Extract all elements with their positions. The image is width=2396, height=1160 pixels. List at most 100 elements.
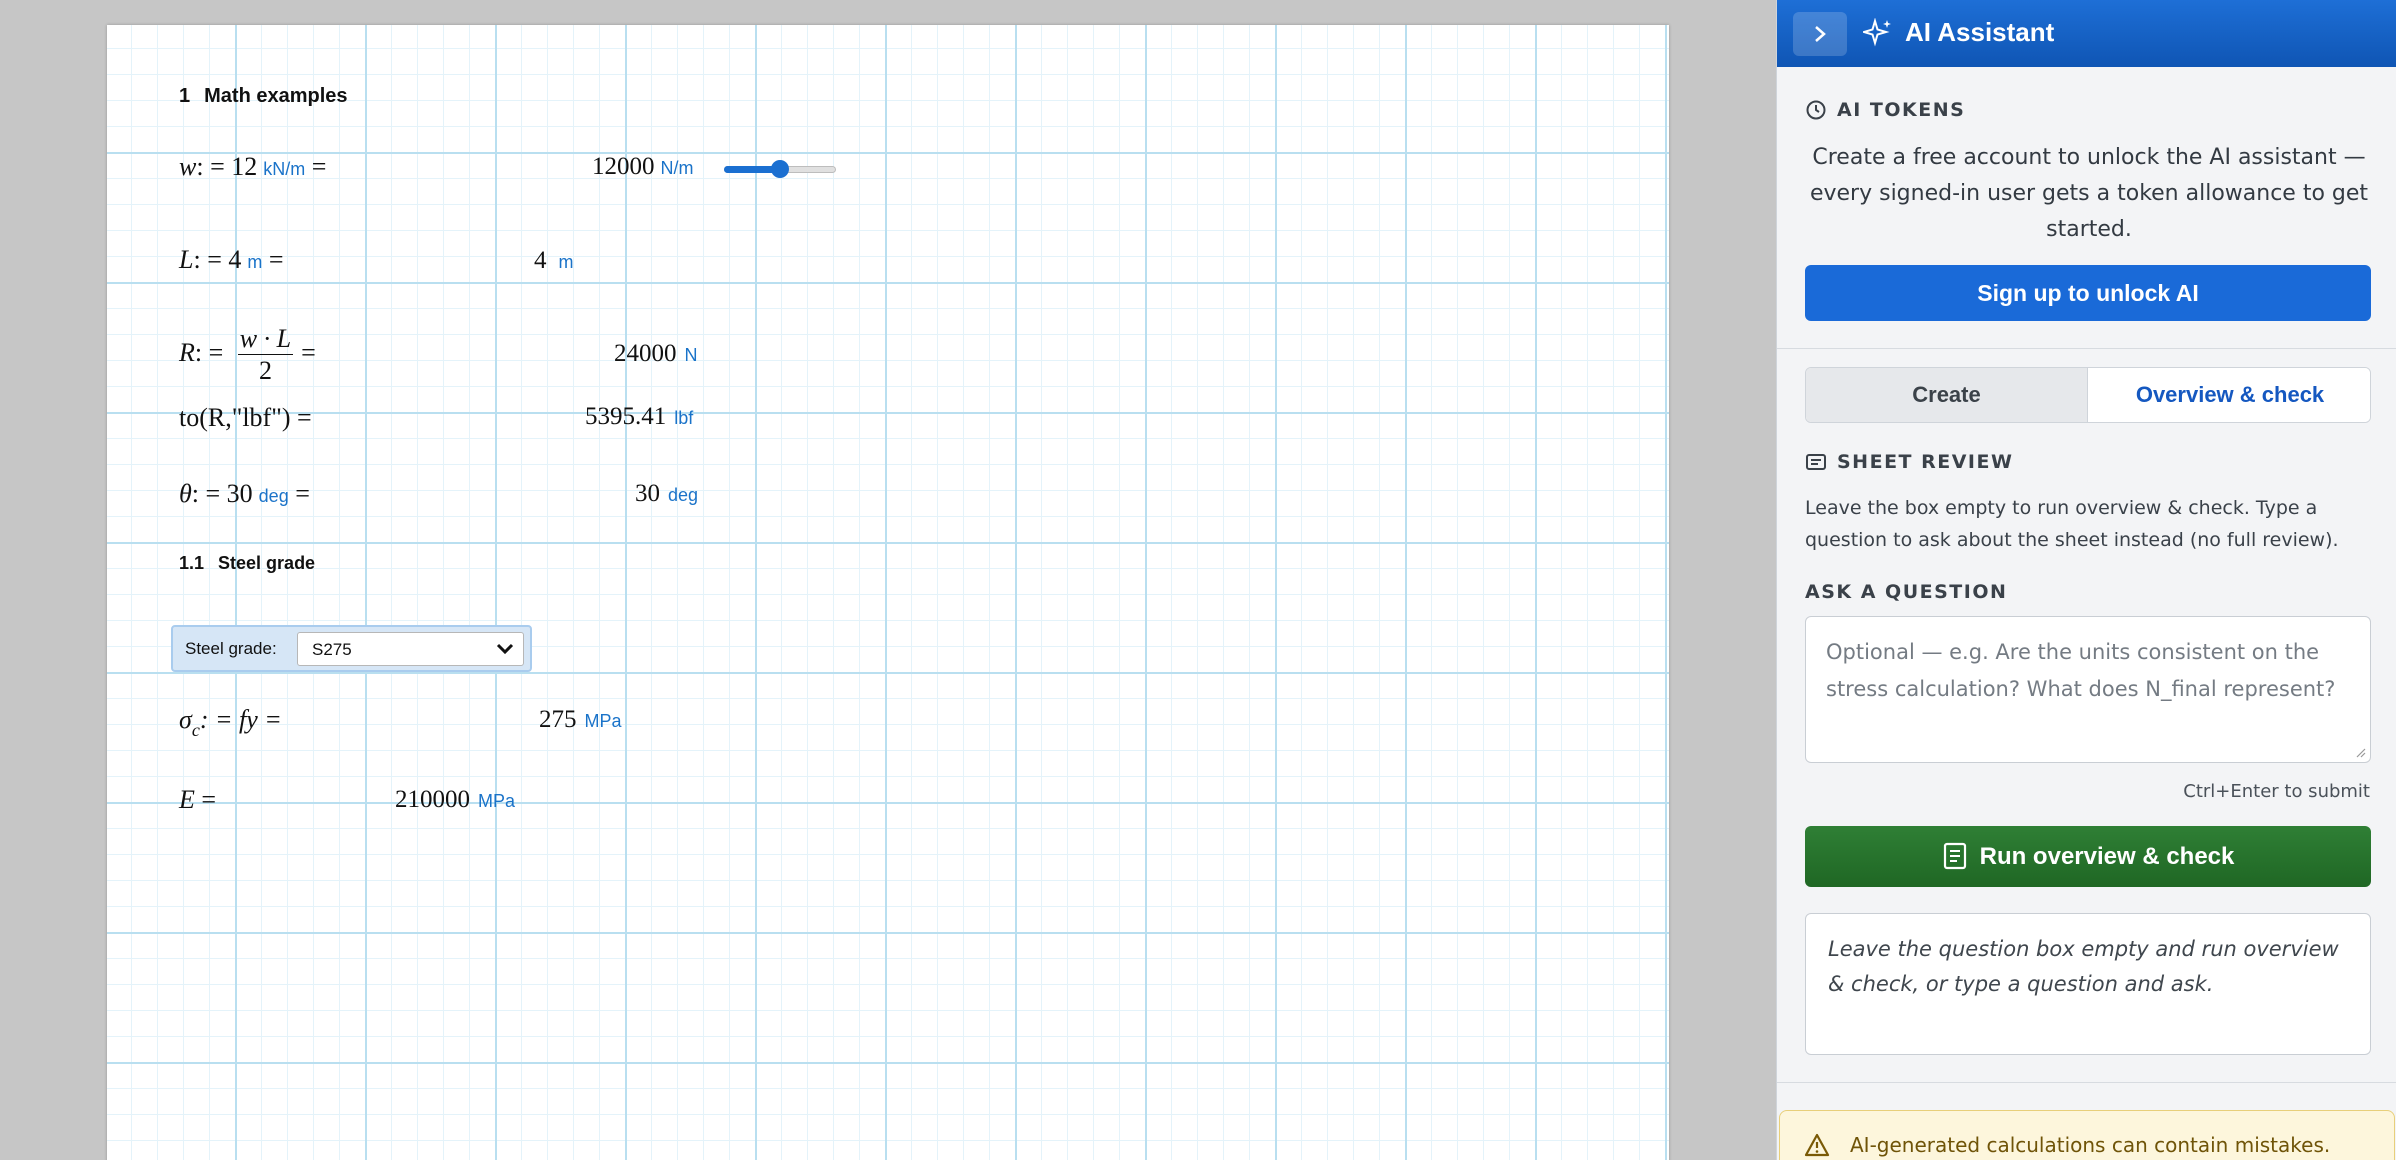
- result-L: 4m: [534, 247, 574, 275]
- fraction: w · L2: [237, 325, 294, 386]
- equation-unit: m: [247, 252, 263, 272]
- sigma-expression: : = fy =: [199, 705, 282, 734]
- ask-question-label: ASK A QUESTION: [1805, 581, 2008, 603]
- equation-unit-conversion[interactable]: to(R,"lbf") =: [179, 403, 312, 433]
- equation-value: 12: [231, 152, 258, 181]
- run-overview-label: Run overview & check: [1979, 843, 2235, 870]
- fraction-numerator: w · L: [237, 325, 294, 356]
- heading-number: 1: [179, 85, 191, 107]
- chevron-down-icon: [496, 643, 514, 655]
- assistant-output: Leave the question box empty and run ove…: [1805, 913, 2371, 1055]
- result-value: 275: [539, 706, 577, 733]
- equation-R[interactable]: R: = w · L 2 =: [179, 325, 316, 385]
- submit-shortcut-hint: Ctrl+Enter to submit: [2183, 781, 2370, 802]
- result-value: 5395.41: [585, 403, 667, 430]
- equals-sign: =: [301, 337, 316, 367]
- steel-grade-label: Steel grade:: [185, 639, 277, 658]
- result-value: 12000: [592, 153, 655, 180]
- ai-warning-text: AI-generated calculations can contain mi…: [1850, 1133, 2331, 1157]
- result-w: 12000 N/m: [592, 153, 694, 181]
- result-sigma: 275 MPa: [539, 706, 622, 734]
- steel-grade-value: S275: [312, 640, 352, 659]
- assign-operator: : =: [196, 152, 232, 181]
- equation-w[interactable]: w: = 12 kN/m =: [179, 152, 326, 182]
- equals-sign: =: [311, 152, 327, 181]
- section-divider: [1777, 1082, 2396, 1083]
- assign-operator: : =: [194, 337, 230, 367]
- equation-L[interactable]: L: = 4m =: [179, 245, 284, 275]
- equation-E[interactable]: E =: [179, 785, 216, 815]
- result-value: 210000: [395, 786, 470, 813]
- result-unit: MPa: [584, 711, 622, 731]
- result-unit: N/m: [660, 158, 694, 178]
- equation-value: 30: [226, 479, 253, 508]
- equation-unit: deg: [258, 486, 289, 506]
- equation-variable: E: [179, 785, 195, 814]
- panel-title: AI Assistant: [1905, 17, 2055, 47]
- worksheet-area: 1 Math examples w: = 12 kN/m = 12000 N/m L:…: [0, 0, 1776, 1160]
- result-theta: 30 deg: [635, 480, 698, 508]
- question-input[interactable]: [1806, 617, 2370, 762]
- tab-create[interactable]: Create: [1806, 368, 2088, 422]
- equation-unit: kN/m: [263, 159, 306, 179]
- warning-triangle-icon: [1804, 1133, 1830, 1157]
- steel-grade-select[interactable]: S275: [297, 632, 524, 666]
- result-value: 4: [534, 247, 547, 274]
- result-value: 30: [635, 480, 660, 507]
- equation-variable: R: [179, 337, 195, 367]
- result-unit: lbf: [674, 408, 694, 428]
- sign-up-button[interactable]: Sign up to unlock AI: [1805, 265, 2371, 321]
- result-R: 24000 N: [614, 340, 698, 368]
- heading-steel-grade[interactable]: 1.1 Steel grade: [179, 553, 315, 574]
- equals-sign: =: [201, 785, 217, 814]
- run-overview-button[interactable]: Run overview & check: [1805, 826, 2371, 887]
- w-slider[interactable]: [724, 160, 836, 178]
- equals-sign: =: [295, 479, 310, 508]
- sparkle-icon: [1863, 18, 1891, 47]
- equation-theta[interactable]: θ: = 30 deg =: [179, 479, 310, 509]
- assign-operator: : =: [191, 479, 227, 508]
- heading-number: 1.1: [179, 553, 205, 573]
- ai-assistant-panel: AI Assistant AI TOKENS Create a free acc…: [1776, 0, 2396, 1160]
- ai-tokens-label: AI TOKENS: [1837, 99, 1966, 121]
- equation-variable: σ: [179, 705, 192, 734]
- result-unit: N: [684, 345, 698, 365]
- resize-grip-icon[interactable]: [2354, 746, 2366, 758]
- sheet-review-label: SHEET REVIEW: [1837, 451, 2014, 473]
- fraction-denominator: 2: [258, 356, 272, 386]
- equation-sigma[interactable]: σc: = fy =: [179, 705, 282, 741]
- tab-overview-check[interactable]: Overview & check: [2088, 368, 2370, 422]
- equation-variable: w: [179, 152, 197, 181]
- conversion-expression: to(R,"lbf") =: [179, 403, 312, 432]
- equation-value: 4: [228, 245, 242, 274]
- result-conversion: 5395.41 lbf: [585, 403, 693, 431]
- list-card-icon: [1806, 454, 1826, 470]
- equals-sign: =: [268, 245, 284, 274]
- assign-operator: : =: [193, 245, 229, 274]
- equation-variable: L: [179, 245, 194, 274]
- sheet-review-description: Leave the box empty to run overview & ch…: [1805, 497, 2339, 551]
- worksheet-page[interactable]: 1 Math examples w: = 12 kN/m = 12000 N/m L:…: [107, 25, 1669, 1160]
- section-divider: [1777, 348, 2396, 349]
- mode-tabs: Create Overview & check: [1805, 367, 2371, 423]
- ai-warning-banner: AI-generated calculations can contain mi…: [1779, 1110, 2395, 1160]
- question-box: [1805, 616, 2371, 763]
- result-unit: m: [558, 252, 574, 272]
- panel-header: AI Assistant: [1777, 0, 2396, 67]
- result-E: 210000 MPa: [395, 786, 515, 814]
- slider-thumb[interactable]: [771, 160, 789, 178]
- heading-title: Math examples: [204, 85, 348, 107]
- heading-math-examples[interactable]: 1 Math examples: [179, 85, 348, 108]
- document-icon: [1943, 842, 1966, 869]
- collapse-panel-button[interactable]: [1793, 12, 1847, 56]
- equation-variable: θ: [179, 479, 192, 508]
- clock-icon: [1806, 100, 1826, 120]
- result-value: 24000: [614, 340, 677, 367]
- result-unit: deg: [668, 485, 699, 505]
- chevron-right-icon: [1815, 26, 1826, 42]
- result-unit: MPa: [478, 791, 516, 811]
- ai-tokens-description: Create a free account to unlock the AI a…: [1809, 145, 2369, 242]
- heading-title: Steel grade: [218, 553, 316, 573]
- variable-subscript: c: [191, 720, 200, 740]
- steel-grade-widget: Steel grade: S275: [171, 625, 532, 672]
